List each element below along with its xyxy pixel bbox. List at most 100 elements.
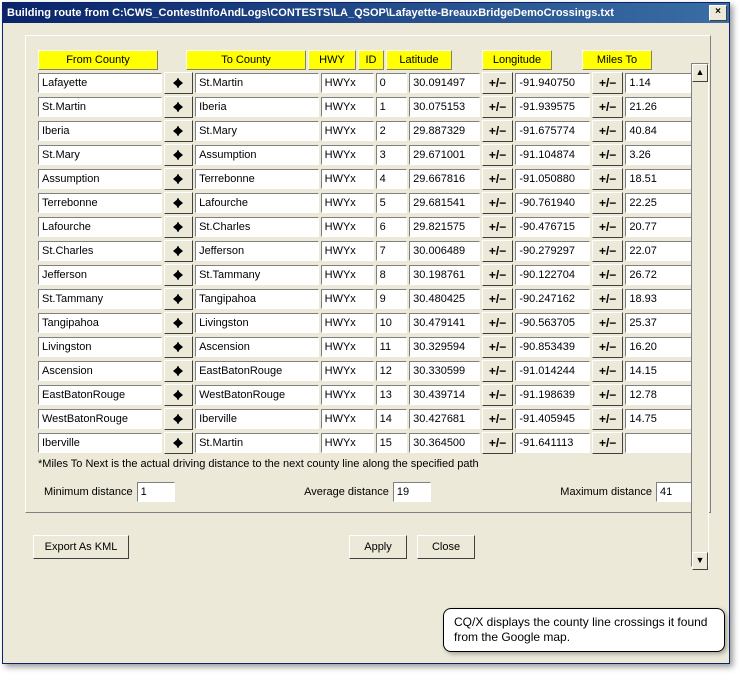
swap-button[interactable] [164, 432, 194, 454]
from-county-input[interactable]: Lafourche [38, 217, 162, 237]
from-county-input[interactable]: St.Mary [38, 145, 162, 165]
scroll-up-icon[interactable]: ▲ [692, 64, 708, 82]
hwy-input[interactable]: HWYx [321, 265, 374, 285]
swap-button[interactable] [164, 240, 194, 262]
id-input[interactable]: 13 [376, 385, 408, 405]
hwy-input[interactable]: HWYx [321, 193, 374, 213]
id-input[interactable]: 14 [376, 409, 408, 429]
hwy-input[interactable]: HWYx [321, 313, 374, 333]
lon-plus-minus-button[interactable]: +/− [592, 264, 623, 286]
id-input[interactable]: 15 [376, 433, 408, 453]
longitude-input[interactable]: -90.247162 [515, 289, 590, 309]
miles-input[interactable]: 16.20 [625, 337, 700, 357]
lat-plus-minus-button[interactable]: +/− [482, 360, 513, 382]
lat-plus-minus-button[interactable]: +/− [482, 72, 513, 94]
latitude-input[interactable]: 30.006489 [409, 241, 480, 261]
longitude-input[interactable]: -90.853439 [515, 337, 590, 357]
longitude-input[interactable]: -91.104874 [515, 145, 590, 165]
to-county-input[interactable]: Terrebonne [195, 169, 319, 189]
miles-input[interactable]: 26.72 [625, 265, 700, 285]
lon-plus-minus-button[interactable]: +/− [592, 336, 623, 358]
latitude-input[interactable]: 30.480425 [409, 289, 480, 309]
scroll-track[interactable] [692, 82, 708, 552]
lat-plus-minus-button[interactable]: +/− [482, 168, 513, 190]
longitude-input[interactable]: -91.940750 [515, 73, 590, 93]
swap-button[interactable] [164, 288, 194, 310]
to-county-input[interactable]: Assumption [195, 145, 319, 165]
latitude-input[interactable]: 30.329594 [409, 337, 480, 357]
to-county-input[interactable]: St.Martin [195, 73, 319, 93]
hwy-input[interactable]: HWYx [321, 217, 374, 237]
latitude-input[interactable]: 30.330599 [409, 361, 480, 381]
id-input[interactable]: 1 [376, 97, 408, 117]
lat-plus-minus-button[interactable]: +/− [482, 144, 513, 166]
from-county-input[interactable]: Livingston [38, 337, 162, 357]
longitude-input[interactable]: -91.675774 [515, 121, 590, 141]
lat-plus-minus-button[interactable]: +/− [482, 432, 513, 454]
miles-input[interactable]: 22.07 [625, 241, 700, 261]
id-input[interactable]: 12 [376, 361, 408, 381]
lat-plus-minus-button[interactable]: +/− [482, 384, 513, 406]
lon-plus-minus-button[interactable]: +/− [592, 312, 623, 334]
hwy-input[interactable]: HWYx [321, 121, 374, 141]
id-input[interactable]: 8 [376, 265, 408, 285]
export-kml-button[interactable]: Export As KML [33, 535, 129, 559]
max-distance-input[interactable]: 41 [656, 482, 694, 502]
longitude-input[interactable]: -90.279297 [515, 241, 590, 261]
lat-plus-minus-button[interactable]: +/− [482, 120, 513, 142]
swap-button[interactable] [164, 264, 194, 286]
hwy-input[interactable]: HWYx [321, 337, 374, 357]
longitude-input[interactable]: -91.050880 [515, 169, 590, 189]
swap-button[interactable] [164, 72, 194, 94]
hwy-input[interactable]: HWYx [321, 169, 374, 189]
latitude-input[interactable]: 30.198761 [409, 265, 480, 285]
from-county-input[interactable]: St.Tammany [38, 289, 162, 309]
miles-input[interactable] [625, 433, 700, 453]
from-county-input[interactable]: Jefferson [38, 265, 162, 285]
id-input[interactable]: 7 [376, 241, 408, 261]
id-input[interactable]: 3 [376, 145, 408, 165]
to-county-input[interactable]: Iberia [195, 97, 319, 117]
lat-plus-minus-button[interactable]: +/− [482, 288, 513, 310]
swap-button[interactable] [164, 336, 194, 358]
longitude-input[interactable]: -91.014244 [515, 361, 590, 381]
miles-input[interactable]: 1.14 [625, 73, 700, 93]
latitude-input[interactable]: 29.667816 [409, 169, 480, 189]
from-county-input[interactable]: St.Charles [38, 241, 162, 261]
latitude-input[interactable]: 29.681541 [409, 193, 480, 213]
miles-input[interactable]: 18.93 [625, 289, 700, 309]
longitude-input[interactable]: -91.939575 [515, 97, 590, 117]
from-county-input[interactable]: Tangipahoa [38, 313, 162, 333]
vertical-scrollbar[interactable]: ▲ ▼ [691, 63, 709, 567]
swap-button[interactable] [164, 408, 194, 430]
lon-plus-minus-button[interactable]: +/− [592, 144, 623, 166]
swap-button[interactable] [164, 192, 194, 214]
to-county-input[interactable]: Ascension [195, 337, 319, 357]
id-input[interactable]: 5 [376, 193, 408, 213]
lon-plus-minus-button[interactable]: +/− [592, 408, 623, 430]
hwy-input[interactable]: HWYx [321, 241, 374, 261]
lon-plus-minus-button[interactable]: +/− [592, 360, 623, 382]
id-input[interactable]: 10 [376, 313, 408, 333]
latitude-input[interactable]: 29.671001 [409, 145, 480, 165]
miles-input[interactable]: 14.15 [625, 361, 700, 381]
miles-input[interactable]: 18.51 [625, 169, 700, 189]
hwy-input[interactable]: HWYx [321, 145, 374, 165]
lat-plus-minus-button[interactable]: +/− [482, 408, 513, 430]
swap-button[interactable] [164, 144, 194, 166]
lat-plus-minus-button[interactable]: +/− [482, 264, 513, 286]
to-county-input[interactable]: Jefferson [195, 241, 319, 261]
lat-plus-minus-button[interactable]: +/− [482, 192, 513, 214]
longitude-input[interactable]: -90.476715 [515, 217, 590, 237]
hwy-input[interactable]: HWYx [321, 361, 374, 381]
lat-plus-minus-button[interactable]: +/− [482, 96, 513, 118]
latitude-input[interactable]: 30.075153 [409, 97, 480, 117]
lat-plus-minus-button[interactable]: +/− [482, 240, 513, 262]
to-county-input[interactable]: St.Martin [195, 433, 319, 453]
id-input[interactable]: 9 [376, 289, 408, 309]
miles-input[interactable]: 22.25 [625, 193, 700, 213]
from-county-input[interactable]: Iberia [38, 121, 162, 141]
to-county-input[interactable]: WestBatonRouge [195, 385, 319, 405]
latitude-input[interactable]: 30.439714 [409, 385, 480, 405]
miles-input[interactable]: 3.26 [625, 145, 700, 165]
